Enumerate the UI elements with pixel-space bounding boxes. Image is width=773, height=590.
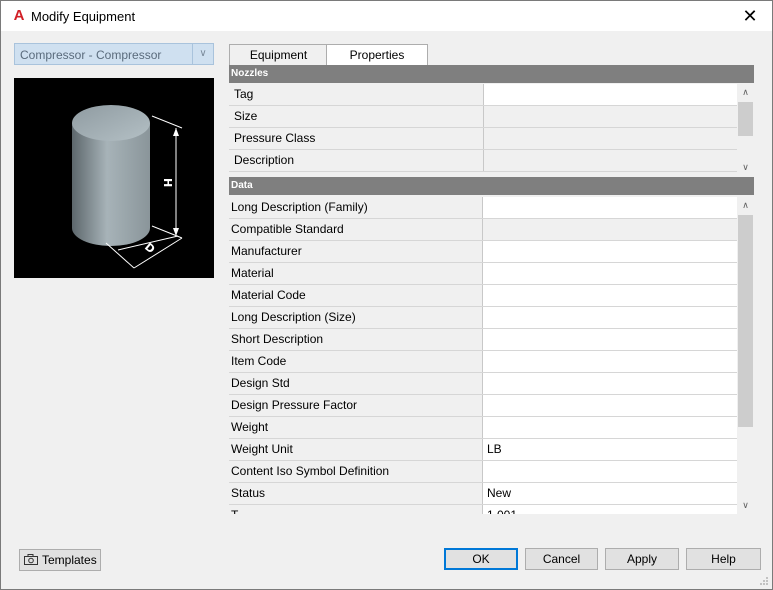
property-row: Short Description [229, 329, 737, 351]
scroll-thumb[interactable] [738, 215, 753, 427]
autocad-logo-icon: A [13, 7, 25, 24]
tab-properties[interactable]: Properties [326, 44, 428, 67]
scroll-up-icon[interactable]: ∧ [737, 84, 754, 101]
nozzles-section-header[interactable]: Nozzles [229, 65, 754, 83]
property-name: Material [229, 263, 483, 284]
templates-button-label: Templates [42, 553, 97, 567]
templates-button[interactable]: Templates [19, 549, 101, 571]
property-row: Size [229, 106, 737, 128]
property-name: Description [229, 150, 484, 171]
scroll-down-icon[interactable]: ∨ [737, 159, 754, 176]
property-value-field[interactable] [483, 395, 737, 416]
data-section-header[interactable]: Data [229, 177, 754, 195]
property-name: Weight Unit [229, 439, 483, 460]
property-row: Content Iso Symbol Definition [229, 461, 737, 483]
property-value-field[interactable]: 1.001 [483, 505, 737, 514]
equipment-preview: H D [14, 78, 214, 278]
property-value-field[interactable] [484, 106, 737, 127]
equipment-type-dropdown[interactable]: Compressor - Compressor ∨ [14, 43, 214, 65]
help-button[interactable]: Help [686, 548, 761, 570]
ok-button[interactable]: OK [444, 548, 518, 570]
data-rows-viewport: Long Description (Family) Compatible Sta… [229, 197, 754, 514]
height-dimension-label: H [161, 178, 174, 187]
property-row: Design Pressure Factor [229, 395, 737, 417]
scroll-up-icon[interactable]: ∧ [737, 197, 754, 214]
nozzles-scrollbar[interactable]: ∧ ∨ [737, 84, 754, 176]
property-row: Weight [229, 417, 737, 439]
property-name: Compatible Standard [229, 219, 483, 240]
property-value-field[interactable] [483, 285, 737, 306]
property-value-field[interactable]: LB [483, 439, 737, 460]
property-row: Pressure Class [229, 128, 737, 150]
scroll-down-icon[interactable]: ∨ [737, 497, 754, 514]
property-name: Design Pressure Factor [229, 395, 483, 416]
property-value-field[interactable] [484, 128, 737, 149]
property-name: Size [229, 106, 484, 127]
property-row: Long Description (Family) [229, 197, 737, 219]
property-row: Item Code [229, 351, 737, 373]
property-name: Pressure Class [229, 128, 484, 149]
property-value-field[interactable] [483, 461, 737, 482]
property-row: Compatible Standard [229, 219, 737, 241]
property-value-field[interactable] [483, 329, 737, 350]
tab-equipment[interactable]: Equipment [229, 44, 327, 67]
property-row: T 1.001 [229, 505, 737, 514]
dialog-window: A Modify Equipment ✕ Compressor - Compre… [0, 0, 773, 590]
cylinder-preview-image: H D [72, 105, 183, 269]
property-value-field[interactable] [483, 417, 737, 438]
property-value-field[interactable] [483, 307, 737, 328]
property-row: Manufacturer [229, 241, 737, 263]
property-name: T [229, 505, 483, 514]
resize-grip-icon[interactable] [759, 576, 769, 586]
property-row: Status New [229, 483, 737, 505]
property-name: Status [229, 483, 483, 504]
property-name: Tag [229, 84, 484, 105]
property-name: Design Std [229, 373, 483, 394]
scroll-thumb[interactable] [738, 102, 753, 136]
equipment-type-value: Compressor - Compressor [20, 48, 162, 62]
property-name: Manufacturer [229, 241, 483, 262]
title-bar: A Modify Equipment ✕ [1, 1, 772, 31]
property-value-field[interactable] [483, 373, 737, 394]
property-value-field[interactable] [483, 241, 737, 262]
property-row: Design Std [229, 373, 737, 395]
property-value-field[interactable] [483, 197, 737, 218]
property-row: Material Code [229, 285, 737, 307]
property-row: Weight Unit LB [229, 439, 737, 461]
property-name: Item Code [229, 351, 483, 372]
property-name: Content Iso Symbol Definition [229, 461, 483, 482]
property-value-field[interactable] [484, 150, 737, 171]
diameter-dimension-label: D [142, 240, 157, 256]
property-row: Long Description (Size) [229, 307, 737, 329]
cancel-button[interactable]: Cancel [525, 548, 598, 570]
camera-icon [24, 554, 38, 565]
property-name: Long Description (Size) [229, 307, 483, 328]
property-row: Description [229, 150, 737, 172]
property-value-field[interactable] [483, 263, 737, 284]
property-row: Material [229, 263, 737, 285]
property-name: Short Description [229, 329, 483, 350]
close-button[interactable]: ✕ [728, 1, 772, 31]
property-value-field[interactable] [484, 84, 737, 105]
property-name: Material Code [229, 285, 483, 306]
apply-button[interactable]: Apply [605, 548, 679, 570]
chevron-down-icon[interactable]: ∨ [192, 44, 213, 64]
property-name: Weight [229, 417, 483, 438]
property-value-field[interactable] [483, 219, 737, 240]
property-value-field[interactable]: New [483, 483, 737, 504]
property-row: Tag [229, 84, 737, 106]
property-name: Long Description (Family) [229, 197, 483, 218]
data-scrollbar[interactable]: ∧ ∨ [737, 197, 754, 514]
property-value-field[interactable] [483, 351, 737, 372]
dialog-title: Modify Equipment [31, 9, 136, 24]
